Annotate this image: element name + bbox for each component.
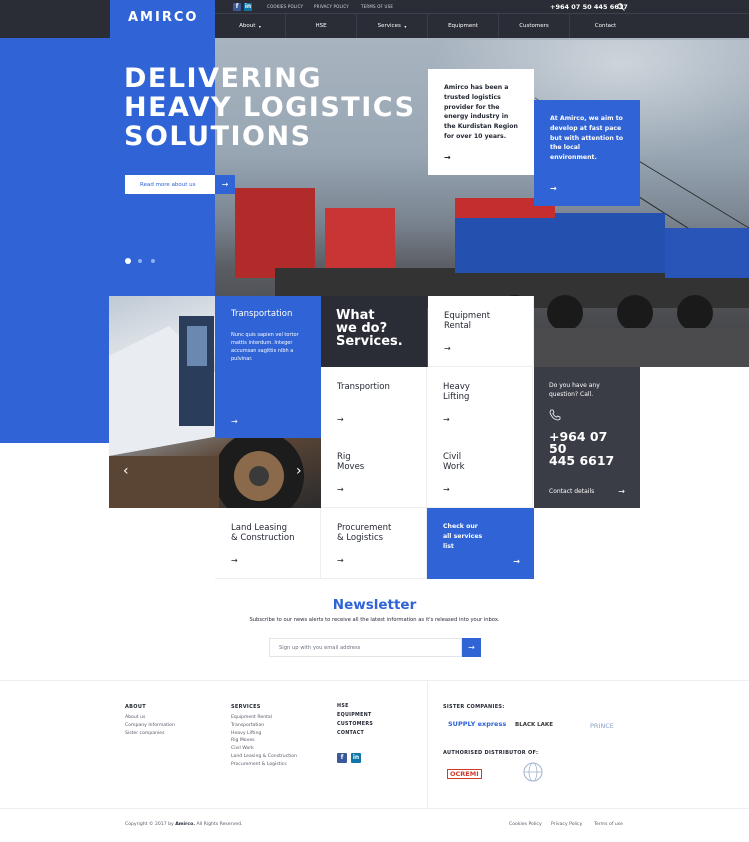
read-more-button[interactable]: Read more about us [125,175,215,194]
nav-contact[interactable]: Contact [570,14,641,38]
transportation-card[interactable]: Transportation Nunc quis sapien vel tort… [215,296,321,438]
nav-equipment[interactable]: Equipment [428,14,499,38]
facebook-icon[interactable]: f [233,3,241,11]
newsletter-title: Newsletter [332,597,417,613]
arrow-right-icon[interactable]: → [444,153,451,163]
intro-card: Amirco has been a trusted logistics prov… [428,69,534,175]
email-input[interactable]: Sign up with you email address [269,638,462,657]
footer-link-contact[interactable]: CONTACT [337,729,373,738]
footer-link[interactable]: Equipment Rental [231,714,297,722]
contact-question: Do you have any question? Call. [549,382,600,398]
footer-link-hse[interactable]: HSE [337,702,373,711]
tile-transportion[interactable]: Transportion → [321,367,427,438]
globe-logo-icon[interactable] [522,761,544,783]
footer-link-equipment[interactable]: EQUIPMENT [337,711,373,720]
bottom-link-cookies[interactable]: Cookies Policy [509,822,542,827]
distributor-title: AUTHORISED DISTRIBUTOR OF: [443,750,539,756]
footer-about-links: About us Company Information Sister comp… [125,714,175,737]
tile-land-leasing[interactable]: Land Leasing & Construction → [215,508,321,579]
tile-equipment-rental[interactable]: Equipment Rental → [428,296,534,367]
contact-card: Do you have any question? Call. +964 07 … [534,367,640,508]
chevron-right-icon[interactable]: › [296,463,302,479]
nav-services[interactable]: Services ▾ [357,14,428,38]
search-icon[interactable] [617,3,625,11]
arrow-right-icon[interactable]: → [550,184,557,194]
contact-phone[interactable]: +964 07 50 445 6617 [549,430,625,467]
transportation-text: Nunc quis sapien vel tortor mattis inter… [231,332,299,362]
slider-dot[interactable] [151,259,155,263]
sister-companies-title: SISTER COMPANIES: [443,704,505,710]
copyright-bar [0,808,749,842]
what-we-do-title: What we do? Services. [321,296,427,367]
brand-prince[interactable]: PRINCE [590,722,614,730]
phone-icon [549,409,561,421]
arrow-right-icon[interactable]: → [443,415,450,425]
footer-link[interactable]: Company Information [125,722,175,730]
footer-divider [427,680,428,808]
chevron-left-icon[interactable]: ‹ [123,463,129,479]
arrow-right-icon: → [468,643,475,652]
top-link-terms[interactable]: TERMS OF USE [361,4,393,9]
subscribe-button[interactable]: → [462,638,481,657]
bottom-link-terms[interactable]: Terms of use [594,822,623,827]
footer-link[interactable]: Civil Work [231,745,297,753]
footer-link[interactable]: About us [125,714,175,722]
footer [0,680,749,808]
nav-about[interactable]: About ▾ [215,14,286,38]
bottom-link-privacy[interactable]: Privacy Policy [551,822,582,827]
arrow-right-icon[interactable]: → [337,485,344,495]
brand-black-lake[interactable]: BLACK LAKE [515,722,553,728]
linkedin-icon[interactable]: in [351,753,361,763]
footer-services-title: SERVICES [231,704,261,710]
tile-rig-moves[interactable]: Rig Moves → [321,437,427,508]
chevron-down-icon: ▾ [404,23,407,29]
linkedin-icon[interactable]: in [244,3,252,11]
footer-link-customers[interactable]: CUSTOMERS [337,720,373,729]
top-link-cookies[interactable]: COOKIES POLICY [267,4,303,9]
slider-dot-active[interactable] [125,258,131,264]
nav-hse[interactable]: HSE [286,14,357,38]
arrow-right-icon[interactable]: → [231,556,238,566]
aim-card: At Amirco, we aim to develop at fast pac… [534,100,640,206]
footer-link[interactable]: Transportation [231,722,297,730]
newsletter-subtitle: Subscribe to our news alerts to receive … [249,617,500,623]
arrow-right-icon[interactable]: → [231,417,238,426]
footer-link[interactable]: Sister companies [125,730,175,738]
transportation-title: Transportation [231,309,293,319]
footer-link[interactable]: Heavy Lifting [231,730,297,738]
top-link-privacy[interactable]: PRIVACY POLICY [314,4,349,9]
contact-details-link[interactable]: Contact details [549,488,594,495]
tile-heavy-lifting[interactable]: Heavy Lifting → [427,367,533,438]
nav-customers[interactable]: Customers [499,14,570,38]
tile-procurement[interactable]: Procurement & Logistics → [321,508,427,579]
logo[interactable]: AMIRCO [128,10,198,25]
footer-link[interactable]: Rig Moves [231,737,297,745]
arrow-right-icon[interactable]: → [444,344,451,354]
footer-main-links: HSE EQUIPMENT CUSTOMERS CONTACT [337,702,373,738]
footer-services-links: Equipment Rental Transportation Heavy Li… [231,714,297,769]
tile-civil-work[interactable]: Civil Work → [427,437,533,508]
check-services-card[interactable]: Check our all services list → [427,508,534,579]
arrow-right-icon[interactable]: → [215,175,235,194]
arrow-right-icon[interactable]: → [337,415,344,425]
footer-link[interactable]: Land Leasing & Construction [231,753,297,761]
chevron-down-icon: ▾ [258,23,261,29]
arrow-right-icon[interactable]: → [513,557,520,567]
footer-link[interactable]: Procurement & Logistics [231,761,297,769]
arrow-right-icon[interactable]: → [618,487,625,496]
slider-dot[interactable] [138,259,142,263]
copyright: Copyright © 2017 by Amirco. All Rights R… [125,822,243,827]
brand-supply-express[interactable]: SUPPLY express [448,720,506,728]
arrow-right-icon[interactable]: → [443,485,450,495]
brand-ocremi[interactable]: OCREMI [447,769,482,779]
hero-title: DELIVERING HEAVY LOGISTICS SOLUTIONS [124,63,416,152]
footer-about-title: ABOUT [125,704,146,710]
arrow-right-icon[interactable]: → [337,556,344,566]
facebook-icon[interactable]: f [337,753,347,763]
